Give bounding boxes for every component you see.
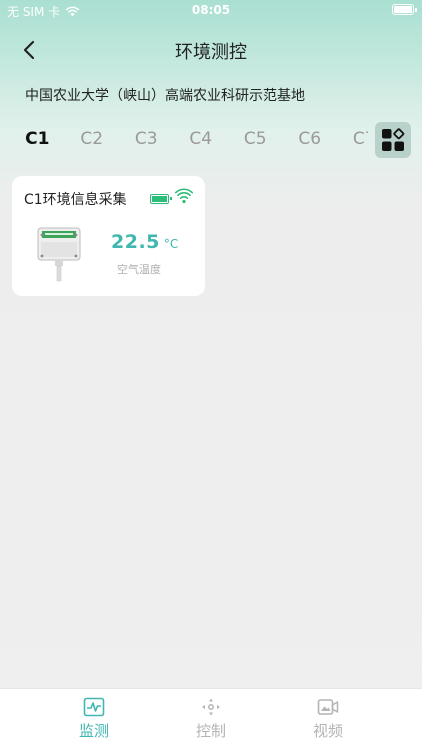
status-time: 08:05 — [191, 3, 231, 17]
tab-c3[interactable]: C3 — [119, 122, 174, 156]
battery-icon — [392, 4, 417, 15]
monitor-icon — [83, 697, 105, 717]
zone-tabs: C1C2C3C4C5C6C7 — [0, 122, 422, 158]
bottom-tab-video[interactable]: 视频 — [288, 697, 368, 741]
status-bar: 无 SIM 卡 08:05 — [0, 0, 422, 22]
tab-c5[interactable]: C5 — [228, 122, 283, 156]
tab-c7[interactable]: C7 — [337, 122, 368, 156]
bottom-tab-monitor[interactable]: 监测 — [54, 697, 134, 741]
page-title: 环境测控 — [175, 42, 247, 63]
zone-grid-button[interactable] — [375, 122, 411, 158]
temperature-unit: °C — [163, 237, 179, 251]
tab-c2[interactable]: C2 — [65, 122, 120, 156]
location-name: 中国农业大学（峡山）高端农业科研示范基地 — [25, 88, 305, 104]
device-wifi-icon — [175, 188, 193, 204]
temperature-reading: 22.5 °C — [111, 231, 178, 253]
tab-c4[interactable]: C4 — [174, 122, 229, 156]
bottom-tab-video-label: 视频 — [312, 722, 343, 740]
temperature-label: 空气温度 — [117, 263, 161, 276]
grid-menu-icon — [382, 128, 405, 151]
device-card[interactable]: C1环境信息采集 22.5 °C 空气温度 — [12, 176, 205, 296]
tab-c6[interactable]: C6 — [283, 122, 338, 156]
bottom-tab-control[interactable]: 控制 — [171, 697, 251, 741]
bottom-tab-control-label: 控制 — [195, 722, 226, 740]
zone-tabs-scroll[interactable]: C1C2C3C4C5C6C7 — [10, 122, 368, 158]
control-icon — [202, 698, 220, 716]
card-title: C1环境信息采集 — [24, 192, 127, 208]
status-right — [392, 4, 417, 15]
device-battery-icon — [150, 194, 172, 204]
tab-c1[interactable]: C1 — [10, 122, 65, 156]
sensor-device-icon — [37, 227, 81, 282]
temperature-value: 22.5 — [111, 231, 160, 253]
bottom-tab-bar: 监测 控制 视频 — [0, 688, 422, 750]
nav-bar: 环境测控 — [0, 28, 422, 72]
video-icon — [317, 699, 339, 715]
bottom-tab-monitor-label: 监测 — [78, 722, 109, 740]
